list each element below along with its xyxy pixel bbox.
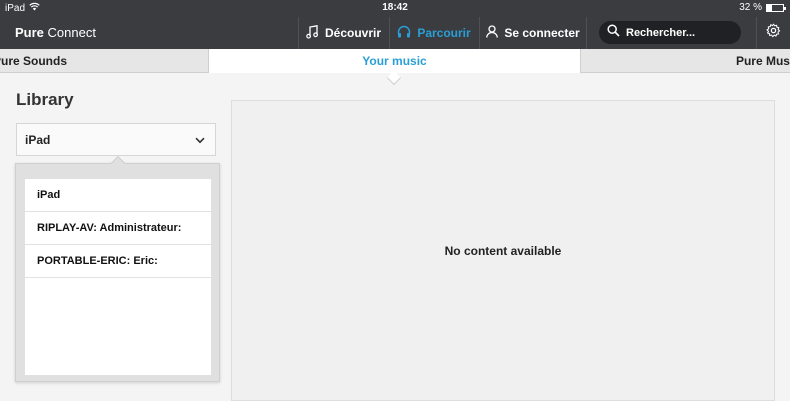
tab-pure-sounds-label: Pure Sounds [0, 54, 68, 68]
user-icon [486, 25, 499, 41]
nav-discover-label: Découvrir [324, 26, 382, 40]
tab-pure-sounds[interactable]: Pure Sounds [0, 49, 208, 73]
tab-pure-music-label: Pure Music [735, 54, 790, 68]
content-panel: No content available [231, 100, 775, 401]
chevron-down-icon [195, 133, 205, 147]
app-logo: Pure Connect [15, 25, 96, 40]
device-dropdown: iPad RIPLAY-AV: Administrateur: PORTABLE… [15, 163, 220, 382]
search-icon [607, 23, 620, 42]
brand-rest: Connect [47, 25, 96, 40]
tab-pure-music[interactable]: Pure Music [581, 49, 790, 73]
settings-button[interactable] [756, 17, 790, 49]
active-tab-indicator [386, 70, 402, 86]
nav-browse-button[interactable]: Parcourir [389, 17, 478, 49]
status-time: 18:42 [382, 2, 408, 13]
nav-discover-button[interactable]: Découvrir [298, 17, 388, 49]
status-right: 32 % [739, 2, 786, 13]
section-tabs: Pure Sounds Your music Pure Music [0, 49, 790, 73]
battery-icon [766, 3, 786, 12]
battery-percent: 32 % [739, 2, 762, 13]
search-input[interactable] [626, 26, 736, 39]
app-header: iPad 18:42 32 % Pure Connect Découvrir P… [0, 0, 790, 49]
device-select-value: iPad [25, 132, 51, 147]
empty-state-message: No content available [444, 243, 562, 258]
device-options-list: iPad RIPLAY-AV: Administrateur: PORTABLE… [25, 179, 211, 375]
device-option-riplay-av[interactable]: RIPLAY-AV: Administrateur: [25, 212, 211, 245]
search-bar[interactable] [599, 21, 741, 44]
brand-bold: Pure [15, 25, 44, 40]
battery-fill [767, 4, 773, 11]
gear-icon [766, 23, 781, 43]
device-select[interactable]: iPad [16, 123, 216, 156]
music-note-icon [306, 24, 319, 42]
status-bar: iPad 18:42 32 % [0, 0, 790, 16]
device-option-portable-eric[interactable]: PORTABLE-ERIC: Eric: [25, 245, 211, 278]
nav-login-label: Se connecter [504, 26, 580, 40]
device-option-ipad[interactable]: iPad [25, 179, 211, 212]
nav-login-button[interactable]: Se connecter [479, 17, 587, 49]
tab-your-music-label: Your music [362, 54, 427, 68]
library-title: Library [16, 90, 74, 109]
headphones-icon [397, 25, 411, 41]
tab-your-music[interactable]: Your music [208, 49, 581, 73]
nav-browse-label: Parcourir [417, 26, 471, 40]
